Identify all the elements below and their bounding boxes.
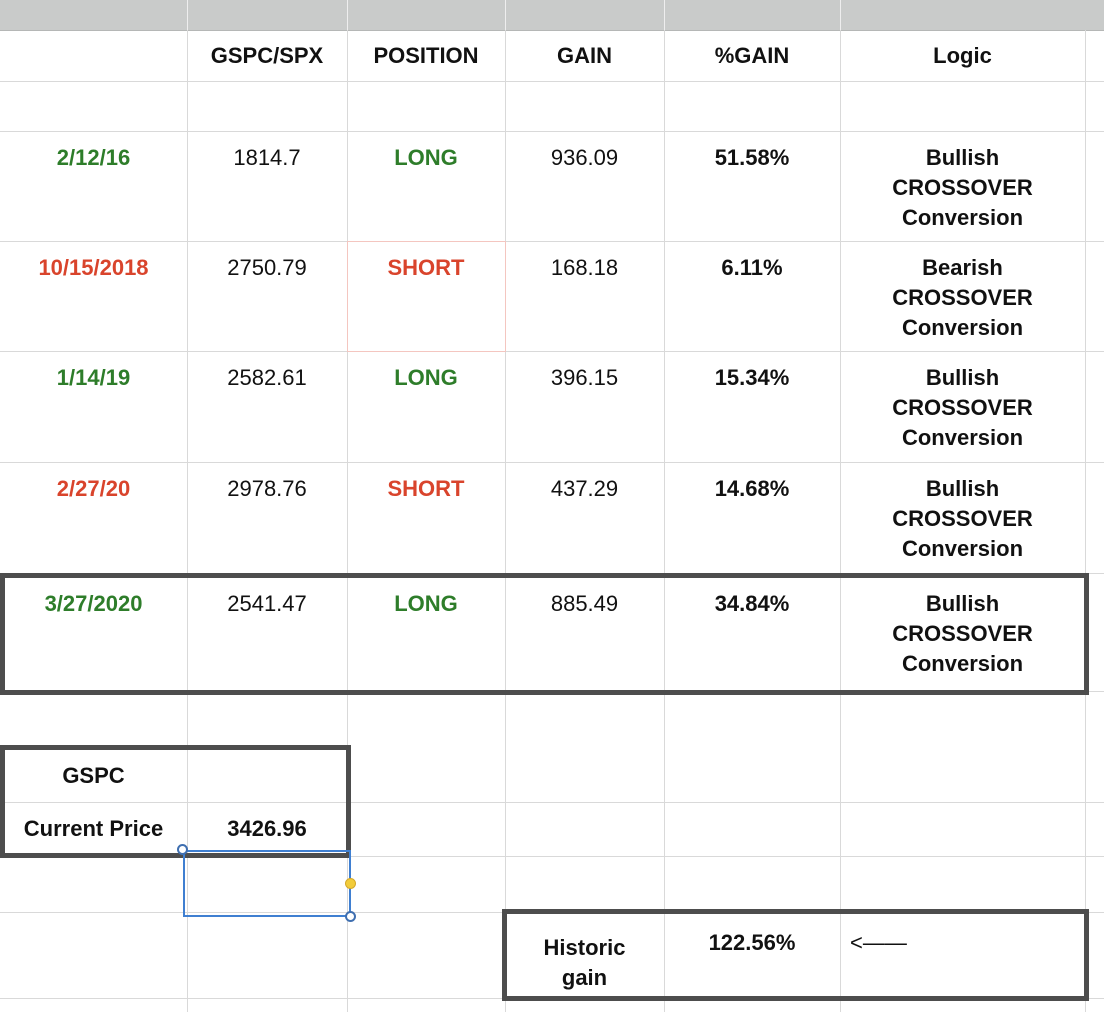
header-gspc-spx[interactable]: GSPC/SPX <box>187 31 347 81</box>
header-logic[interactable]: Logic <box>840 31 1085 81</box>
row-3-position[interactable]: LONG <box>347 351 505 462</box>
logic-line: CROSSOVER <box>892 175 1033 200</box>
row-4-price[interactable]: 2978.76 <box>187 462 347 573</box>
current-price-label[interactable]: Current Price <box>0 802 187 856</box>
row-5-pct-gain[interactable]: 34.84% <box>664 577 840 691</box>
selection-handle-bottom-right[interactable] <box>345 911 356 922</box>
row-4-pct-gain[interactable]: 14.68% <box>664 462 840 573</box>
row-4-gain[interactable]: 437.29 <box>505 462 664 573</box>
header-gain[interactable]: GAIN <box>505 31 664 81</box>
logic-line: Bullish <box>925 145 1000 170</box>
header-position[interactable]: POSITION <box>347 31 505 81</box>
row-5-date[interactable]: 3/27/2020 <box>0 577 187 691</box>
row-1-gain[interactable]: 936.09 <box>505 131 664 241</box>
row-2-logic[interactable]: Bearish CROSSOVER Conversion <box>840 241 1085 351</box>
row-3-date[interactable]: 1/14/19 <box>0 351 187 462</box>
row-2-gain[interactable]: 168.18 <box>505 241 664 351</box>
row-4-position[interactable]: SHORT <box>347 462 505 573</box>
row-1-price[interactable]: 1814.7 <box>187 131 347 241</box>
historic-value[interactable]: 122.56% <box>664 912 840 998</box>
row-4-logic[interactable]: Bullish CROSSOVER Conversion <box>840 462 1085 573</box>
row-1-date[interactable]: 2/12/16 <box>0 131 187 241</box>
row-2-position[interactable]: SHORT <box>347 241 505 351</box>
column-header-bar[interactable] <box>0 0 1104 31</box>
logic-line: Conversion <box>901 536 1024 561</box>
cell-selection[interactable] <box>183 850 351 917</box>
logic-line: Bullish <box>925 591 1000 616</box>
row-2-pct-gain[interactable]: 6.11% <box>664 241 840 351</box>
row-2-price[interactable]: 2750.79 <box>187 241 347 351</box>
row-3-pct-gain[interactable]: 15.34% <box>664 351 840 462</box>
row-5-price[interactable]: 2541.47 <box>187 577 347 691</box>
logic-line: CROSSOVER <box>892 285 1033 310</box>
row-5-position[interactable]: LONG <box>347 577 505 691</box>
row-4-date[interactable]: 2/27/20 <box>0 462 187 573</box>
row-1-pct-gain[interactable]: 51.58% <box>664 131 840 241</box>
logic-line: Conversion <box>901 205 1024 230</box>
autofill-handle[interactable] <box>345 878 356 889</box>
logic-line: Conversion <box>901 651 1024 676</box>
current-price-value[interactable]: 3426.96 <box>187 802 347 856</box>
row-1-position[interactable]: LONG <box>347 131 505 241</box>
historic-label[interactable]: Historic gain <box>505 912 664 998</box>
logic-line: CROSSOVER <box>892 506 1033 531</box>
row-5-gain[interactable]: 885.49 <box>505 577 664 691</box>
logic-line: CROSSOVER <box>892 621 1033 646</box>
logic-line: Bullish <box>925 476 1000 501</box>
logic-line: CROSSOVER <box>892 395 1033 420</box>
selection-handle-top-left[interactable] <box>177 844 188 855</box>
logic-line: Bearish <box>922 255 1003 280</box>
logic-line: Conversion <box>901 425 1024 450</box>
row-5-logic[interactable]: Bullish CROSSOVER Conversion <box>840 577 1085 691</box>
historic-label-text: Historic gain <box>543 935 626 990</box>
row-2-date[interactable]: 10/15/2018 <box>0 241 187 351</box>
header-pct-gain[interactable]: %GAIN <box>664 31 840 81</box>
logic-line: Conversion <box>901 315 1024 340</box>
spreadsheet: GSPC/SPX POSITION GAIN %GAIN Logic 2/12/… <box>0 0 1104 1012</box>
row-1-logic[interactable]: Bullish CROSSOVER Conversion <box>840 131 1085 241</box>
logic-line: Bullish <box>925 365 1000 390</box>
current-ticker[interactable]: GSPC <box>0 750 187 802</box>
arrow-annotation[interactable]: <—— <box>850 912 1085 998</box>
row-3-price[interactable]: 2582.61 <box>187 351 347 462</box>
row-3-logic[interactable]: Bullish CROSSOVER Conversion <box>840 351 1085 462</box>
row-3-gain[interactable]: 396.15 <box>505 351 664 462</box>
